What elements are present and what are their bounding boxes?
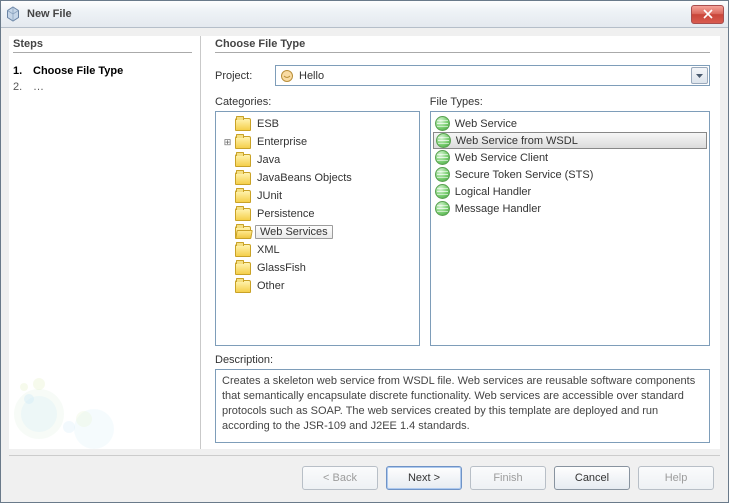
- description-label: Description:: [215, 354, 710, 366]
- folder-icon: [235, 208, 251, 221]
- filetype-item[interactable]: Web Service: [433, 115, 707, 132]
- filetype-label: Message Handler: [455, 203, 541, 215]
- folder-icon: [235, 154, 251, 167]
- filetypes-list[interactable]: Web Service Web Service from WSDL Web Serv…: [430, 111, 710, 346]
- category-label: XML: [255, 244, 282, 256]
- java-project-icon: [280, 69, 294, 83]
- steps-panel: Steps 1.Choose File Type2.…: [9, 36, 201, 449]
- main-heading: Choose File Type: [215, 36, 710, 53]
- project-combobox[interactable]: Hello: [275, 65, 710, 86]
- categories-label: Categories:: [215, 96, 420, 108]
- folder-icon: [235, 136, 251, 149]
- expand-icon[interactable]: ⊞: [222, 137, 233, 148]
- category-label: Persistence: [255, 208, 316, 220]
- category-item[interactable]: Persistence: [222, 205, 417, 223]
- help-button[interactable]: Help: [638, 466, 714, 490]
- folder-icon: [235, 226, 251, 239]
- category-item[interactable]: XML: [222, 241, 417, 259]
- category-item[interactable]: Java: [222, 151, 417, 169]
- folder-icon: [235, 280, 251, 293]
- filetype-label: Web Service from WSDL: [456, 135, 578, 147]
- step-item: 1.Choose File Type: [13, 63, 192, 79]
- close-button[interactable]: [691, 5, 724, 24]
- description-box: Creates a skeleton web service from WSDL…: [215, 369, 710, 443]
- webservice-icon: [435, 150, 450, 165]
- project-label: Project:: [215, 70, 275, 82]
- next-button[interactable]: Next >: [386, 466, 462, 490]
- category-item[interactable]: JavaBeans Objects: [222, 169, 417, 187]
- webservice-icon: [435, 167, 450, 182]
- finish-button[interactable]: Finish: [470, 466, 546, 490]
- category-item[interactable]: Other: [222, 277, 417, 295]
- category-label: Web Services: [255, 225, 333, 239]
- webservice-icon: [435, 116, 450, 131]
- filetype-item[interactable]: Web Service from WSDL: [433, 132, 707, 149]
- folder-icon: [235, 190, 251, 203]
- dialog-window: New File Steps 1.Choose File Type2.… Cho…: [0, 0, 729, 503]
- category-label: GlassFish: [255, 262, 308, 274]
- filetype-label: Web Service Client: [455, 152, 548, 164]
- filetype-item[interactable]: Secure Token Service (STS): [433, 166, 707, 183]
- folder-icon: [235, 172, 251, 185]
- category-item[interactable]: GlassFish: [222, 259, 417, 277]
- category-item[interactable]: ⊞ Enterprise: [222, 133, 417, 151]
- category-label: Java: [255, 154, 282, 166]
- folder-icon: [235, 244, 251, 257]
- category-item[interactable]: Web Services: [222, 223, 417, 241]
- webservice-icon: [435, 201, 450, 216]
- back-button[interactable]: < Back: [302, 466, 378, 490]
- filetype-item[interactable]: Logical Handler: [433, 183, 707, 200]
- category-label: Other: [255, 280, 287, 292]
- dialog-icon: [5, 6, 21, 22]
- filetype-label: Web Service: [455, 118, 517, 130]
- button-bar: < Back Next > Finish Cancel Help: [9, 455, 720, 494]
- category-label: JUnit: [255, 190, 284, 202]
- main-panel: Choose File Type Project: Hello Categori…: [201, 36, 720, 449]
- filetype-label: Secure Token Service (STS): [455, 169, 594, 181]
- watermark: [9, 339, 159, 449]
- webservice-icon: [435, 184, 450, 199]
- categories-tree[interactable]: ESB ⊞ Enterprise Java JavaBeans Objects JUnit…: [215, 111, 420, 346]
- close-icon: [703, 9, 713, 19]
- project-value: Hello: [299, 70, 324, 82]
- dialog-title: New File: [27, 8, 691, 20]
- webservice-icon: [436, 133, 451, 148]
- cancel-button[interactable]: Cancel: [554, 466, 630, 490]
- category-item[interactable]: JUnit: [222, 187, 417, 205]
- category-item[interactable]: ESB: [222, 115, 417, 133]
- category-label: JavaBeans Objects: [255, 172, 354, 184]
- folder-icon: [235, 118, 251, 131]
- titlebar: New File: [1, 1, 728, 28]
- steps-heading: Steps: [13, 36, 192, 53]
- step-item: 2.…: [13, 79, 192, 95]
- filetype-label: Logical Handler: [455, 186, 531, 198]
- category-label: Enterprise: [255, 136, 309, 148]
- filetypes-label: File Types:: [430, 96, 710, 108]
- filetype-item[interactable]: Message Handler: [433, 200, 707, 217]
- category-label: ESB: [255, 118, 281, 130]
- filetype-item[interactable]: Web Service Client: [433, 149, 707, 166]
- folder-icon: [235, 262, 251, 275]
- chevron-down-icon: [691, 67, 708, 84]
